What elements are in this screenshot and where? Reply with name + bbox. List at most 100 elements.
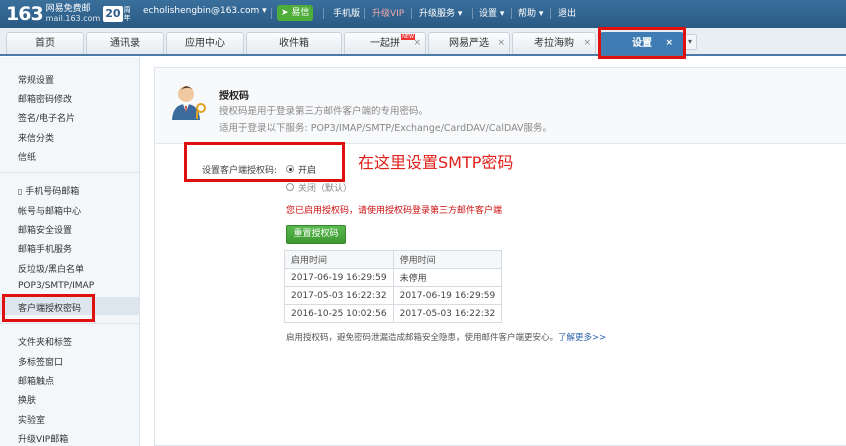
sidebar-item-folders[interactable]: 文件夹和标签 — [18, 335, 72, 348]
column-header-enabled: 启用时间 — [284, 250, 394, 269]
tab-label: 首页 — [35, 38, 55, 49]
help-menu[interactable]: 帮助 ▾ — [518, 6, 543, 19]
close-icon[interactable]: × — [497, 33, 505, 54]
sidebar-item-pop3[interactable]: POP3/SMTP/IMAP — [18, 281, 94, 291]
upgrade-vip-link[interactable]: 升级VIP — [372, 6, 404, 19]
divider — [511, 8, 512, 19]
divider — [472, 8, 473, 19]
close-icon[interactable]: × — [413, 33, 421, 54]
sidebar-item-multitab[interactable]: 多标签窗口 — [18, 355, 63, 368]
option-off-label[interactable]: 关闭（默认） — [298, 181, 352, 194]
sidebar-item-antispam[interactable]: 反垃圾/黑白名单 — [18, 262, 84, 275]
tab-inbox[interactable]: 收件箱 — [246, 32, 342, 54]
reset-auth-code-button[interactable]: 重置授权码 — [286, 225, 346, 244]
logout-link[interactable]: 退出 — [558, 6, 576, 19]
auth-log-table: 启用时间 停用时间 2017-06-19 16:29:59 未停用 2017-0… — [284, 250, 503, 323]
radio-off[interactable] — [286, 183, 294, 191]
tab-contacts[interactable]: 通讯录 — [86, 32, 164, 54]
sidebar-item-phone-service[interactable]: 邮箱手机服务 — [18, 242, 72, 255]
tab-yiqipin[interactable]: 一起拼 NEW × — [344, 32, 426, 54]
column-header-disabled: 停用时间 — [392, 250, 503, 269]
account-email: echolishengbin@163.com — [143, 6, 260, 16]
sidebar-item-touchpoint[interactable]: 邮箱触点 — [18, 374, 54, 387]
logo-number: 163 — [6, 3, 44, 25]
mobile-link[interactable]: 手机版 — [333, 6, 360, 19]
phone-icon: ▯ — [18, 187, 23, 196]
footer-note-text: 启用授权码，避免密码泄漏造成邮箱安全隐患，使用邮件客户端更安心。 — [286, 333, 559, 343]
table-row: 2016-10-25 10:02:56 2017-05-03 16:22:32 — [284, 304, 503, 323]
cell-enabled: 2017-06-19 16:29:59 — [284, 268, 394, 287]
cell-enabled: 2017-05-03 16:22:32 — [284, 286, 394, 305]
table-header: 启用时间 停用时间 — [284, 250, 503, 269]
cell-disabled: 未停用 — [392, 268, 503, 287]
auth-header: 授权码 授权码是用于登录第三方邮件客户端的专用密码。 适用于登录以下服务: PO… — [155, 68, 846, 144]
chevron-down-icon: ▾ — [687, 37, 692, 46]
divider — [271, 8, 272, 19]
anniversary-suffix: 周年 — [123, 6, 131, 22]
sidebar-item-lab[interactable]: 实验室 — [18, 413, 45, 426]
chevron-down-icon: ▾ — [538, 9, 544, 19]
divider — [0, 172, 139, 173]
sidebar: 常规设置 邮箱密码修改 签名/电子名片 来信分类 信纸 ▯ 手机号码邮箱 帐号与… — [0, 57, 140, 446]
tab-label: 一起拼 — [370, 38, 400, 49]
logo[interactable]: 163 网易免费邮 mail.163.com 20 周年 — [6, 2, 134, 26]
chevron-down-icon: ▾ — [499, 9, 505, 19]
highlight-box-setting — [184, 142, 345, 182]
tab-label: 应用中心 — [185, 38, 225, 49]
divider — [0, 323, 139, 324]
highlight-box-settings-tab — [598, 27, 686, 59]
sidebar-item-password[interactable]: 邮箱密码修改 — [18, 92, 72, 105]
tab-app-center[interactable]: 应用中心 — [166, 32, 244, 54]
logo-domain: mail.163.com — [45, 14, 101, 23]
tab-kaola[interactable]: 考拉海购 × — [512, 32, 596, 54]
sidebar-item-stationery[interactable]: 信纸 — [18, 150, 36, 163]
learn-more-link[interactable]: 了解更多>> — [558, 333, 606, 343]
sidebar-item-label: 手机号码邮箱 — [25, 187, 80, 197]
divider — [364, 8, 365, 19]
top-bar: 163 网易免费邮 mail.163.com 20 周年 echolisheng… — [0, 0, 846, 28]
auth-title: 授权码 — [219, 91, 249, 102]
sidebar-item-skin[interactable]: 换肤 — [18, 393, 36, 406]
sidebar-item-general[interactable]: 常规设置 — [18, 73, 54, 86]
yixin-label: 易信 — [291, 8, 310, 18]
logo-cn: 网易免费邮 — [45, 4, 91, 14]
divider — [323, 8, 324, 19]
tab-label: 收件箱 — [279, 38, 309, 49]
cell-enabled: 2016-10-25 10:02:56 — [284, 304, 394, 323]
divider — [411, 8, 412, 19]
sidebar-item-signature[interactable]: 签名/电子名片 — [18, 111, 75, 124]
divider — [550, 8, 551, 19]
chevron-down-icon: ▾ — [457, 9, 463, 19]
sidebar-item-account-center[interactable]: 帐号与邮箱中心 — [18, 204, 81, 217]
settings-label: 设置 — [479, 9, 498, 19]
tab-label: 通讯录 — [110, 38, 140, 49]
yixin-icon: ➤ — [281, 8, 289, 18]
table-row: 2017-05-03 16:22:32 2017-06-19 16:29:59 — [284, 286, 503, 305]
upgrade-service-menu[interactable]: 升级服务 ▾ — [419, 6, 462, 19]
enabled-warning: 您已启用授权码，请使用授权码登录第三方邮件客户端 — [286, 206, 503, 216]
tab-label: 考拉海购 — [534, 38, 574, 49]
chevron-down-icon: ▾ — [262, 6, 267, 16]
sidebar-item-vip[interactable]: 升级VIP邮箱 — [18, 432, 68, 445]
anniversary-badge: 20 — [103, 6, 123, 22]
auth-description: 授权码是用于登录第三方邮件客户端的专用密码。 — [219, 106, 429, 117]
tab-yanxuan[interactable]: 网易严选 × — [428, 32, 510, 54]
tab-home[interactable]: 首页 — [6, 32, 84, 54]
yixin-button[interactable]: ➤ 易信 — [277, 5, 314, 21]
annotation-text: 在这里设置SMTP密码 — [358, 153, 514, 172]
sidebar-item-phone-mailbox[interactable]: ▯ 手机号码邮箱 — [18, 184, 79, 197]
account-menu[interactable]: echolishengbin@163.com ▾ — [143, 6, 267, 16]
table-row: 2017-06-19 16:29:59 未停用 — [284, 268, 503, 287]
tab-label: 网易严选 — [449, 38, 489, 49]
sidebar-item-filters[interactable]: 来信分类 — [18, 131, 54, 144]
sidebar-item-security[interactable]: 邮箱安全设置 — [18, 223, 72, 236]
upgrade-service-label: 升级服务 — [419, 9, 456, 19]
highlight-box-client-auth — [2, 294, 95, 322]
cell-disabled: 2017-05-03 16:22:32 — [392, 304, 503, 323]
settings-menu[interactable]: 设置 ▾ — [479, 6, 504, 19]
close-icon[interactable]: × — [583, 33, 591, 54]
auth-services: 适用于登录以下服务: POP3/IMAP/SMTP/Exchange/CardD… — [219, 123, 553, 134]
user-key-icon — [172, 86, 206, 120]
cell-disabled: 2017-06-19 16:29:59 — [392, 286, 503, 305]
footer-note: 启用授权码，避免密码泄漏造成邮箱安全隐患，使用邮件客户端更安心。了解更多>> — [286, 331, 606, 343]
